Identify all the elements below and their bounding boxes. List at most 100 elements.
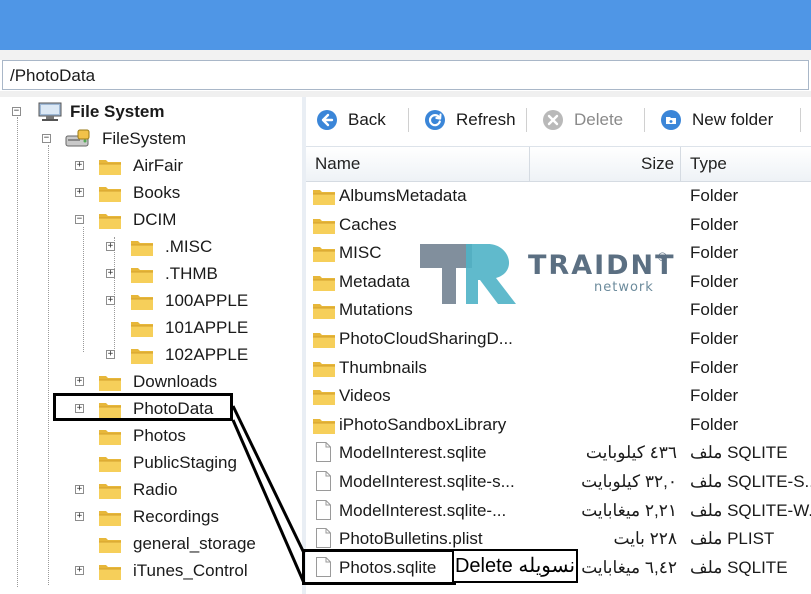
tree-node-label: Books bbox=[133, 183, 181, 202]
collapse-icon[interactable]: − bbox=[12, 107, 21, 116]
file-type: Folder bbox=[690, 271, 739, 291]
expand-icon[interactable]: + bbox=[106, 350, 115, 359]
folder-row[interactable]: AlbumsMetadata Folder bbox=[306, 182, 811, 211]
folder-row[interactable]: Metadata Folder bbox=[306, 268, 811, 297]
folder-icon bbox=[131, 322, 153, 337]
new-folder-label: New folder bbox=[692, 110, 774, 129]
folder-icon bbox=[313, 218, 335, 234]
folder-icon bbox=[99, 187, 121, 202]
file-type: ملف SQLITE-W... bbox=[690, 500, 811, 520]
tree-node-label: Recordings bbox=[133, 507, 219, 526]
expand-icon[interactable]: + bbox=[106, 269, 115, 278]
back-button[interactable]: Back bbox=[316, 106, 406, 134]
folder-row[interactable]: PhotoCloudSharingD... Folder bbox=[306, 325, 811, 354]
toolbar: Back Refresh Delete New folder bbox=[306, 100, 811, 140]
file-name: AlbumsMetadata bbox=[339, 186, 467, 205]
folder-icon bbox=[99, 376, 121, 391]
folder-tree[interactable]: − File System − FileSystem + AirFair + Book… bbox=[0, 97, 302, 594]
folder-icon bbox=[99, 484, 121, 499]
new-folder-button[interactable]: New folder bbox=[660, 106, 795, 134]
file-name: iPhotoSandboxLibrary bbox=[339, 414, 507, 434]
folder-icon bbox=[99, 538, 121, 553]
file-type: ملف SQLITE bbox=[690, 443, 788, 463]
folder-row[interactable]: Videos Folder bbox=[306, 382, 811, 411]
tree-node-itunes-control[interactable]: + iTunes_Control bbox=[0, 559, 300, 586]
expand-icon[interactable]: + bbox=[75, 188, 84, 197]
column-header-type[interactable]: Type bbox=[690, 147, 727, 181]
folder-row[interactable]: Caches Folder bbox=[306, 211, 811, 240]
highlight-box-photos-sqlite bbox=[302, 549, 456, 585]
tree-node-label: .MISC bbox=[165, 237, 213, 256]
folder-row[interactable]: Mutations Folder bbox=[306, 296, 811, 325]
expand-icon[interactable]: + bbox=[75, 566, 84, 575]
tree-node-101apple[interactable]: 101APPLE bbox=[0, 316, 300, 343]
file-name: PhotoCloudSharingD... bbox=[339, 329, 513, 348]
folder-row[interactable]: Thumbnails Folder bbox=[306, 354, 811, 383]
file-name: ModelInterest.sqlite bbox=[339, 443, 487, 463]
folder-icon bbox=[99, 430, 121, 445]
column-separator[interactable] bbox=[680, 147, 681, 181]
file-row[interactable]: ModelInterest.sqlite-s... ٣٢,٠ كيلوبايت مل… bbox=[306, 468, 811, 497]
column-header-name[interactable]: Name bbox=[315, 147, 360, 181]
folder-icon bbox=[313, 190, 335, 205]
file-list[interactable]: AlbumsMetadata Folder Caches Folder MISC Fold… bbox=[306, 182, 811, 594]
tree-node-100apple[interactable]: +100APPLE bbox=[0, 289, 300, 316]
tree-node-102apple[interactable]: +102APPLE bbox=[0, 343, 300, 370]
tree-node-radio[interactable]: + Radio bbox=[0, 478, 300, 505]
tree-node-thmb[interactable]: + .THMB bbox=[0, 262, 300, 289]
tree-node-airfair[interactable]: + AirFair bbox=[0, 154, 300, 181]
tree-node-books[interactable]: + Books bbox=[0, 181, 300, 208]
tree-node-photos[interactable]: Photos bbox=[0, 424, 300, 451]
collapse-icon[interactable]: − bbox=[42, 134, 51, 143]
file-type: Folder bbox=[690, 186, 739, 205]
tree-node-label: Downloads bbox=[133, 372, 218, 391]
file-name: Metadata bbox=[339, 271, 410, 291]
expand-icon[interactable]: + bbox=[75, 161, 84, 170]
column-header-size[interactable]: Size bbox=[641, 147, 674, 181]
file-row[interactable]: ModelInterest.sqlite-... ٢,٢١ ميغابايت ملف… bbox=[306, 497, 811, 526]
tree-node-label: 102APPLE bbox=[165, 345, 249, 364]
expand-icon[interactable]: + bbox=[75, 512, 84, 521]
file-row[interactable]: ModelInterest.sqlite ٤٣٦ كيلوبايت ملف SQLI… bbox=[306, 439, 811, 468]
address-bar[interactable]: /PhotoData bbox=[2, 60, 809, 90]
title-bar-gap bbox=[0, 50, 811, 60]
column-separator[interactable] bbox=[529, 147, 530, 181]
document-icon bbox=[316, 471, 331, 491]
expand-icon[interactable]: + bbox=[106, 296, 115, 305]
address-path: /PhotoData bbox=[10, 66, 96, 85]
folder-row[interactable]: MISC Folder bbox=[306, 239, 811, 268]
file-name: ModelInterest.sqlite-... bbox=[339, 500, 507, 520]
folder-icon bbox=[131, 268, 153, 283]
toolbar-separator bbox=[526, 108, 527, 132]
file-type: Folder bbox=[690, 357, 739, 377]
expand-icon[interactable]: + bbox=[106, 242, 115, 251]
tree-node-misc[interactable]: + .MISC bbox=[0, 235, 300, 262]
file-size: ٣٢,٠ كيلوبايت bbox=[581, 472, 677, 491]
tree-node-dcim[interactable]: − DCIM bbox=[0, 208, 300, 235]
toolbar-separator bbox=[408, 108, 409, 132]
file-name: PhotoBulletins.plist bbox=[339, 529, 483, 549]
back-label: Back bbox=[348, 110, 386, 129]
refresh-button[interactable]: Refresh bbox=[424, 106, 524, 134]
tree-node-general-storage[interactable]: general_storage bbox=[0, 532, 300, 559]
highlight-box-photodata bbox=[53, 393, 233, 421]
tree-node-recordings[interactable]: + Recordings bbox=[0, 505, 300, 532]
folder-row[interactable]: iPhotoSandboxLibrary Folder bbox=[306, 411, 811, 440]
delete-button[interactable]: Delete bbox=[542, 106, 637, 134]
window-title-bar bbox=[0, 0, 811, 50]
file-type: Folder bbox=[690, 329, 739, 348]
folder-icon bbox=[313, 275, 335, 291]
file-list-header: Name Size Type bbox=[306, 146, 811, 182]
file-type: Folder bbox=[690, 243, 739, 263]
file-type: ملف PLIST bbox=[690, 529, 775, 549]
refresh-icon bbox=[425, 110, 445, 130]
file-name: Videos bbox=[339, 386, 391, 406]
expand-icon[interactable]: + bbox=[75, 377, 84, 386]
collapse-icon[interactable]: − bbox=[75, 215, 84, 224]
file-type: Folder bbox=[690, 214, 739, 234]
file-type: Folder bbox=[690, 300, 739, 320]
tree-node-publicstaging[interactable]: PublicStaging bbox=[0, 451, 300, 478]
expand-icon[interactable]: + bbox=[75, 485, 84, 494]
file-name: Caches bbox=[339, 214, 397, 234]
tree-node-label: Radio bbox=[133, 480, 178, 499]
